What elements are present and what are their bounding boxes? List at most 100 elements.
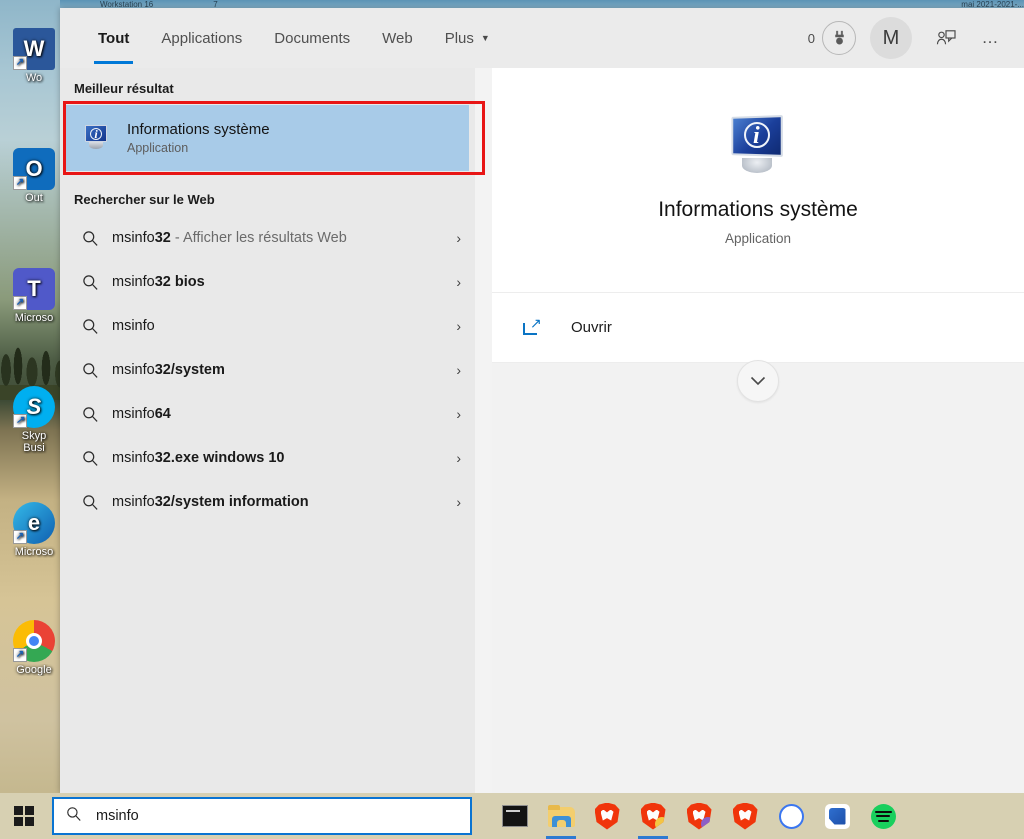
nav-right-group: 0 M …: [808, 17, 1010, 59]
taskbar-app-blue-app[interactable]: [820, 797, 854, 835]
tab-label: Applications: [161, 30, 242, 47]
chevron-right-icon: ›: [448, 362, 461, 378]
teams-icon: T ↗: [13, 268, 55, 310]
desktop-icon-google-chrome[interactable]: ↗ Google: [2, 620, 66, 676]
tab-plus[interactable]: Plus ▼: [429, 8, 506, 68]
list-item[interactable]: msinfo64 ›: [60, 392, 475, 436]
desktop-icon-label: Microso: [2, 312, 66, 324]
avatar[interactable]: M: [870, 17, 912, 59]
taskbar-app-brave-1[interactable]: [590, 797, 624, 835]
panel-gutter: [475, 68, 492, 793]
desktop-icon-label: Microso: [2, 546, 66, 558]
tab-label: Web: [382, 30, 413, 47]
taskbar: msinfo: [0, 793, 1024, 839]
tab-applications[interactable]: Applications: [145, 8, 258, 68]
desktop-icon-word[interactable]: W ↗ Wo: [2, 28, 66, 84]
list-item[interactable]: msinfo32/system information ›: [60, 480, 475, 524]
tab-web[interactable]: Web: [366, 8, 429, 68]
suggestion-label: msinfo32/system: [112, 362, 448, 378]
best-result-header: Meilleur résultat: [60, 68, 475, 105]
chevron-right-icon: ›: [448, 274, 461, 290]
chrome-icon: ↗: [13, 620, 55, 662]
desktop-icon-label: Out: [2, 192, 66, 204]
suggestion-label: msinfo32 bios: [112, 274, 448, 290]
search-tabs: Tout Applications Documents Web Plus ▼: [82, 8, 506, 68]
chevron-down-icon[interactable]: [737, 360, 779, 402]
taskbar-app-brave-3[interactable]: [682, 797, 716, 835]
medal-icon[interactable]: [822, 21, 856, 55]
taskbar-app-brave-2[interactable]: [636, 797, 670, 835]
start-button[interactable]: [0, 793, 48, 839]
console-icon: [502, 805, 528, 827]
magnifier-icon: [82, 362, 112, 379]
taskbar-app-windows-terminal[interactable]: [498, 797, 532, 835]
taskbar-app-spotify[interactable]: [866, 797, 900, 835]
taskbar-app-file-explorer[interactable]: [544, 797, 578, 835]
preview-subtitle: Application: [725, 231, 791, 246]
tab-label: Plus: [445, 30, 474, 47]
best-result-title: Informations système: [127, 121, 270, 138]
chevron-down-icon: ▼: [481, 33, 490, 43]
list-item[interactable]: msinfo32/system ›: [60, 348, 475, 392]
suggestion-label: msinfo: [112, 318, 448, 334]
windows-logo-icon: [14, 806, 34, 826]
web-suggestions-list: msinfo32 - Afficher les résultats Web › …: [60, 216, 475, 524]
open-action-row[interactable]: ↗ Ouvrir: [492, 293, 1024, 363]
tab-label: Documents: [274, 30, 350, 47]
desktop-icon-label: Google: [2, 664, 66, 676]
list-item[interactable]: msinfo32.exe windows 10 ›: [60, 436, 475, 480]
taskbar-search-value: msinfo: [96, 808, 139, 824]
shortcut-arrow-icon: ↗: [13, 414, 27, 428]
list-item[interactable]: msinfo32 - Afficher les résultats Web ›: [60, 216, 475, 260]
preview-header-card: i Informations système Application: [492, 68, 1024, 293]
magnifier-icon: [82, 406, 112, 423]
more-options-icon[interactable]: …: [970, 18, 1010, 58]
taskbar-search-input[interactable]: msinfo: [52, 797, 472, 835]
suggestion-label: msinfo32 - Afficher les résultats Web: [112, 230, 448, 246]
desktop-icon-outlook[interactable]: O ↗ Out: [2, 148, 66, 204]
feedback-person-icon[interactable]: [926, 18, 966, 58]
desktop-icon-skype-for-business[interactable]: S ↗ SkypBusi: [2, 386, 66, 454]
list-item[interactable]: msinfo ›: [60, 304, 475, 348]
results-panel: Meilleur résultat Informations système A…: [60, 68, 475, 793]
blue-square-icon: [825, 804, 850, 829]
taskbar-app-brave-4[interactable]: [728, 797, 762, 835]
shortcut-arrow-icon: ↗: [13, 176, 27, 190]
desktop-icon-teams[interactable]: T ↗ Microso: [2, 268, 66, 324]
taskbar-app-icons: [498, 797, 900, 835]
taskbar-app-signal[interactable]: [774, 797, 808, 835]
spotify-icon: [871, 804, 896, 829]
shortcut-arrow-icon: ↗: [13, 56, 27, 70]
tab-tout[interactable]: Tout: [82, 8, 145, 68]
shortcut-arrow-icon: ↗: [13, 530, 27, 544]
outlook-icon: O ↗: [13, 148, 55, 190]
badge-icon: [701, 817, 715, 831]
system-information-icon: i: [726, 114, 790, 176]
suggestion-label: msinfo64: [112, 406, 448, 422]
suggestion-label: msinfo32/system information: [112, 494, 448, 510]
chevron-right-icon: ›: [448, 230, 461, 246]
best-result-row[interactable]: Informations système Application: [66, 105, 469, 171]
desktop-icon-microsoft-edge[interactable]: e ↗ Microso: [2, 502, 66, 558]
edge-icon: e ↗: [13, 502, 55, 544]
list-item[interactable]: msinfo32 bios ›: [60, 260, 475, 304]
desktop-icon-label: Wo: [2, 72, 66, 84]
system-information-icon: [83, 124, 111, 152]
chevron-right-icon: ›: [448, 318, 461, 334]
badge-icon: [655, 817, 669, 831]
brave-lion-icon: [687, 803, 712, 830]
skype-icon: S ↗: [13, 386, 55, 428]
tab-documents[interactable]: Documents: [258, 8, 366, 68]
magnifier-icon: [66, 806, 82, 827]
brave-lion-icon: [733, 803, 758, 830]
chevron-right-icon: ›: [448, 494, 461, 510]
suggestion-label: msinfo32.exe windows 10: [112, 450, 448, 466]
open-action-label: Ouvrir: [571, 319, 612, 336]
preview-pane: i Informations système Application ↗ Ouv…: [492, 68, 1024, 793]
search-top-nav: Tout Applications Documents Web Plus ▼ 0: [60, 8, 1024, 68]
magnifier-icon: [82, 318, 112, 335]
signal-circle-icon: [779, 804, 804, 829]
best-result-wrapper: Informations système Application: [60, 105, 475, 171]
magnifier-icon: [82, 274, 112, 291]
tab-label: Tout: [98, 30, 129, 47]
